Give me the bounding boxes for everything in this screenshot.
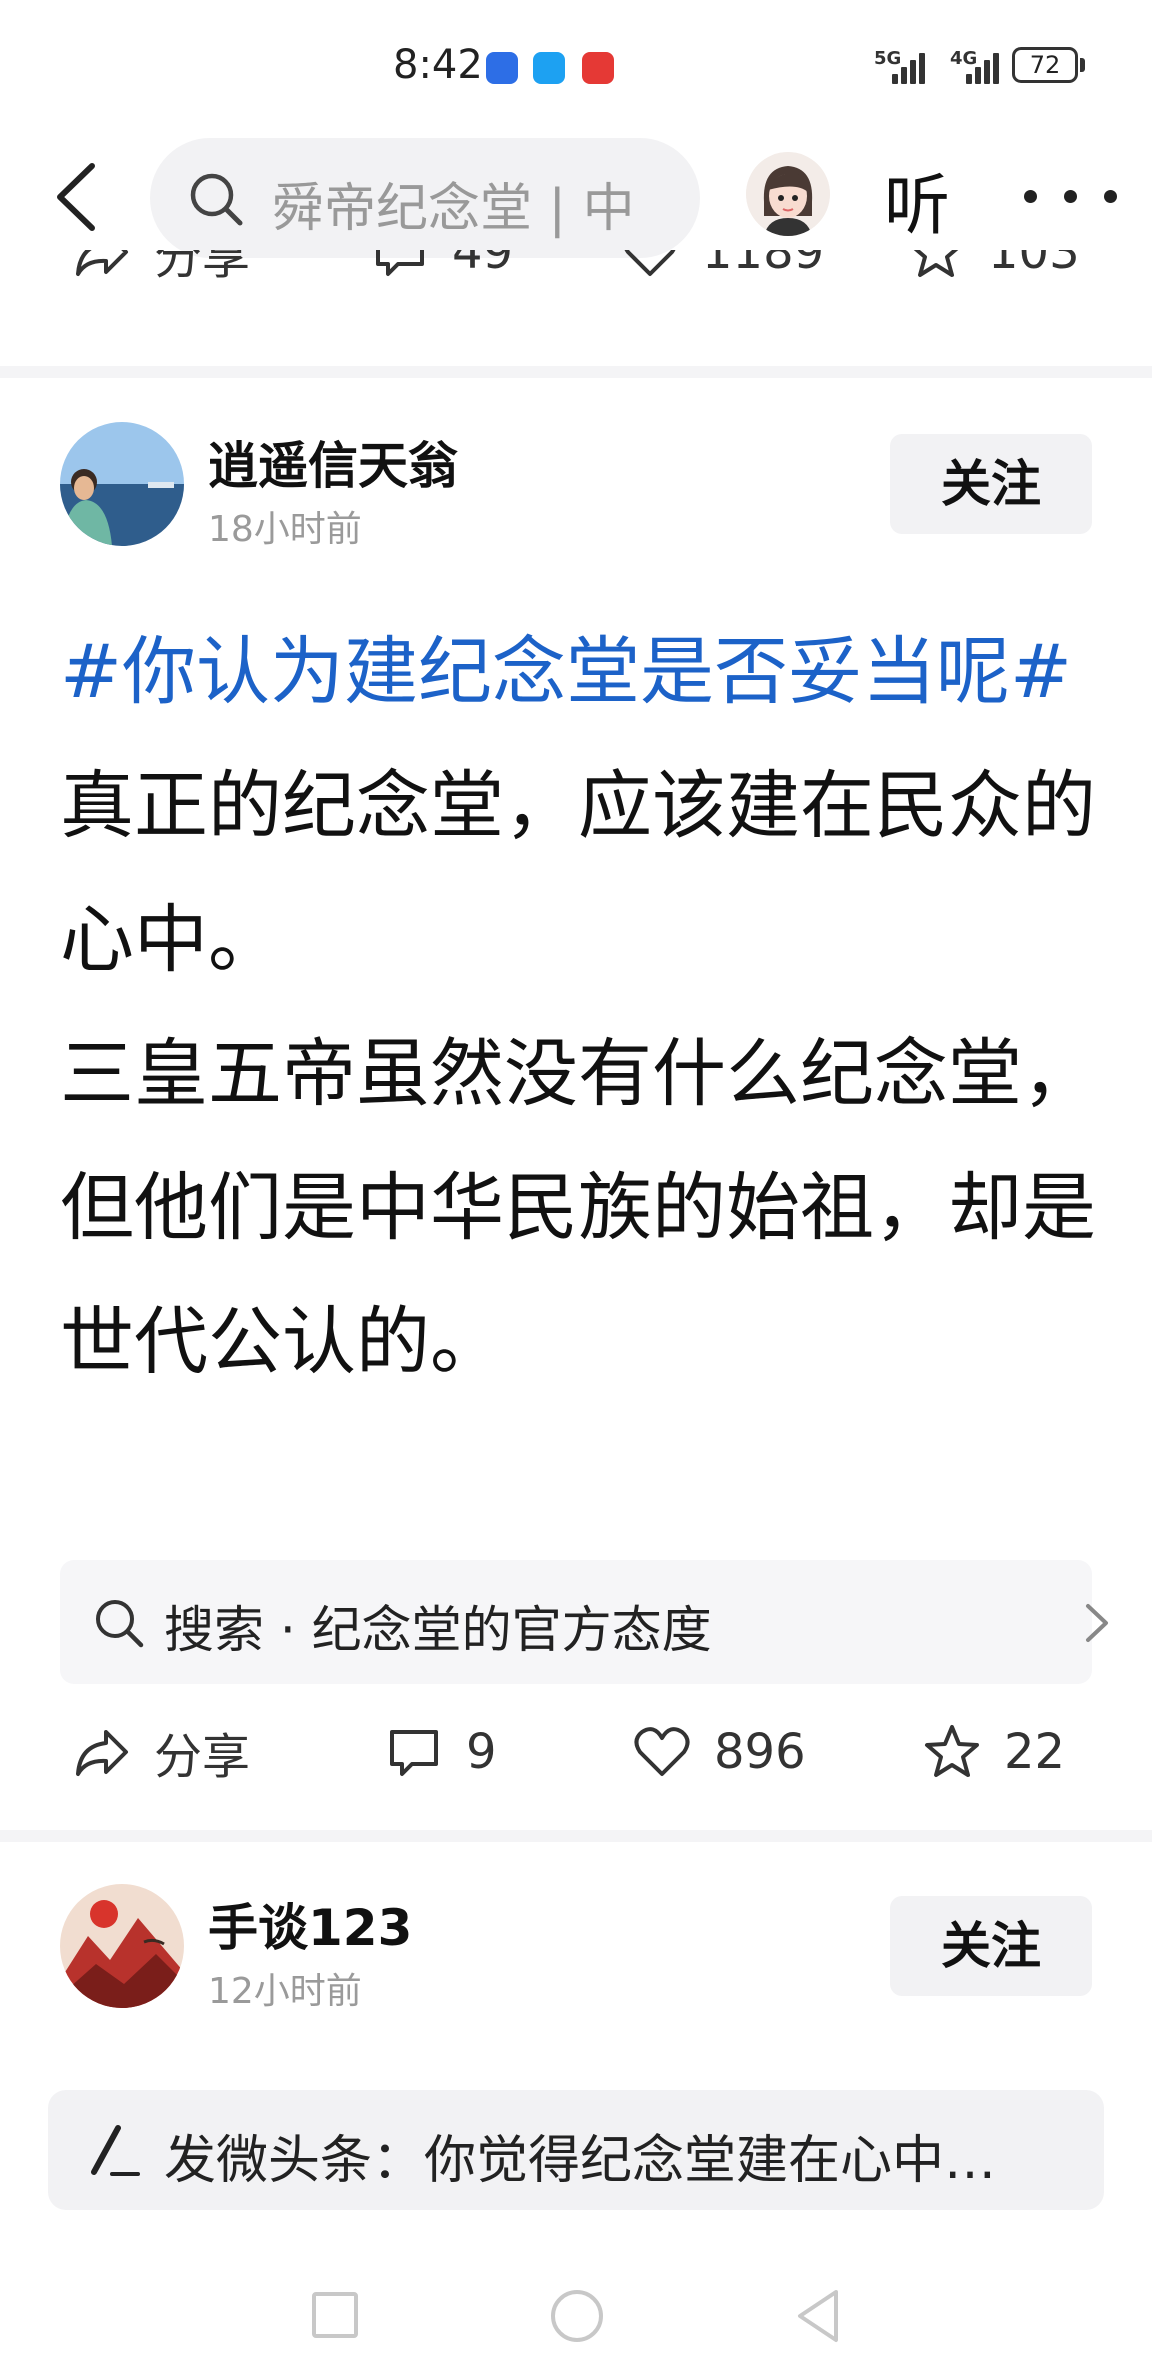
comment-icon <box>376 250 424 276</box>
system-navigation-bar <box>0 2270 1152 2370</box>
battery-icon: 72 <box>1012 47 1078 83</box>
search-icon <box>92 1596 146 1650</box>
book-app-notification-icon <box>582 52 614 84</box>
favorite-button[interactable]: 103 <box>906 250 1080 292</box>
pen-icon <box>84 2120 144 2180</box>
listen-button[interactable]: 听 <box>884 152 950 248</box>
battery-tip <box>1080 58 1085 72</box>
author-name[interactable]: 手谈123 <box>208 1888 412 1960</box>
author-name[interactable]: 逍遥信天翁 <box>208 426 458 498</box>
recent-apps-icon[interactable] <box>312 2292 358 2338</box>
post-divider <box>0 366 1152 378</box>
like-count: 896 <box>714 1724 806 1780</box>
post-time: 18小时前 <box>208 509 362 550</box>
heart-icon <box>624 250 676 276</box>
like-button[interactable]: 1189 <box>620 250 824 292</box>
chevron-right-icon <box>1082 1600 1112 1646</box>
post-paragraph-2: 三皇五帝虽然没有什么纪念堂，但他们是中华民族的始祖，却是世代公认的。 <box>60 1031 1096 1385</box>
status-bar: 8:42 5G 4G 72 <box>0 0 1152 135</box>
app-notification-icon <box>486 52 518 84</box>
share-label: 分享 <box>154 1729 251 1785</box>
assistant-avatar[interactable] <box>746 152 830 236</box>
star-icon <box>913 250 959 277</box>
post-content: #你认为建纪念堂是否妥当呢# 真正的纪念堂，应该建在民众的心中。 三皇五帝虽然没… <box>60 605 1100 1409</box>
share-button[interactable]: 分享 <box>72 1712 250 1792</box>
system-back-icon[interactable] <box>792 2286 842 2346</box>
favorite-count: 22 <box>1004 1724 1066 1780</box>
like-count: 1189 <box>702 250 825 280</box>
back-icon[interactable] <box>52 162 102 232</box>
signal-5g-icon <box>892 48 934 84</box>
author-avatar[interactable] <box>60 422 184 546</box>
prev-post-action-bar: 分享 49 1189 103 <box>0 250 1152 320</box>
signal-4g-icon <box>966 48 1008 84</box>
hashtag-link[interactable]: #你认为建纪念堂是否妥当呢# <box>60 605 1100 739</box>
follow-button[interactable]: 关注 <box>890 434 1092 534</box>
compose-post-bar[interactable]: 发微头条：你觉得纪念堂建在心中… <box>48 2090 1104 2210</box>
share-icon <box>76 250 128 276</box>
related-search-bar[interactable]: 搜索 · 纪念堂的官方态度 <box>60 1560 1108 1684</box>
comment-icon <box>390 1730 438 1776</box>
comment-count: 49 <box>452 250 514 280</box>
related-search-text: 搜索 · 纪念堂的官方态度 <box>164 1601 712 1659</box>
comment-button[interactable]: 9 <box>384 1712 497 1792</box>
search-app-notification-icon <box>533 52 565 84</box>
search-icon <box>188 171 244 227</box>
star-icon <box>925 1725 979 1777</box>
post-paragraph-1: 真正的纪念堂，应该建在民众的心中。 <box>60 763 1096 983</box>
follow-button[interactable]: 关注 <box>890 1896 1092 1996</box>
heart-icon <box>634 1727 690 1776</box>
post-action-bar: 分享 9 896 22 <box>0 1712 1152 1792</box>
favorite-button[interactable]: 22 <box>922 1712 1065 1792</box>
share-label: 分享 <box>154 250 251 285</box>
comment-count: 9 <box>466 1724 497 1780</box>
search-query-text: 舜帝纪念堂 | 中 <box>272 179 635 239</box>
post-time: 12小时前 <box>208 1971 362 2012</box>
author-avatar[interactable] <box>60 1884 184 2008</box>
more-options-icon[interactable] <box>1020 190 1130 204</box>
search-input[interactable]: 舜帝纪念堂 | 中 <box>150 138 700 258</box>
status-time: 8:42 <box>393 42 483 88</box>
share-button[interactable]: 分享 <box>72 250 250 292</box>
post-divider <box>0 1830 1152 1842</box>
like-button[interactable]: 896 <box>632 1712 806 1792</box>
home-icon[interactable] <box>551 2290 603 2342</box>
comment-button[interactable]: 49 <box>370 250 513 292</box>
share-icon <box>76 1730 128 1776</box>
compose-prompt-text: 发微头条：你觉得纪念堂建在心中… <box>164 2131 997 2191</box>
favorite-count: 103 <box>988 250 1080 280</box>
